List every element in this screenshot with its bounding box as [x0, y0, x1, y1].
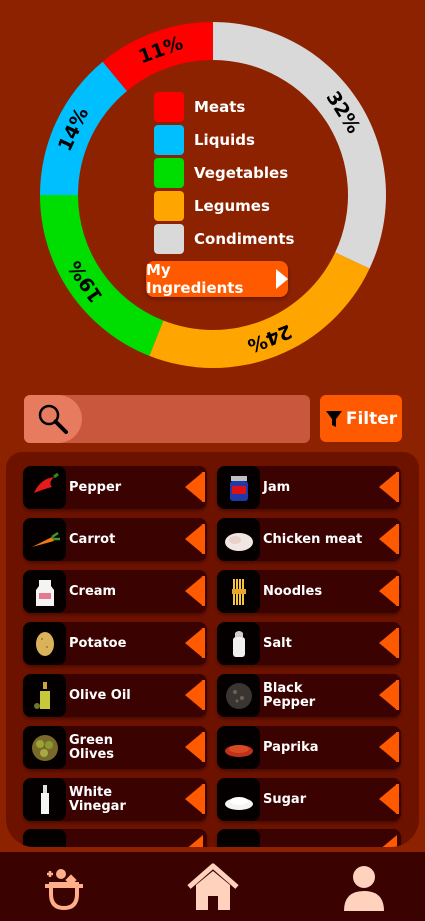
- cream-carton-icon: [23, 570, 66, 613]
- legend-label: Liquids: [194, 130, 255, 149]
- home-icon[interactable]: [183, 860, 243, 916]
- ingredient-item-white-vinegar[interactable]: White Vinegar: [23, 778, 207, 821]
- noodles-icon: [217, 570, 260, 613]
- ingredient-item-pepper[interactable]: Pepper: [23, 466, 207, 509]
- add-arrow-icon[interactable]: [379, 784, 397, 814]
- ingredient-item-black-pepper[interactable]: Black Pepper: [217, 674, 401, 717]
- ingredient-item-partial[interactable]: [217, 829, 401, 847]
- potato-icon: [23, 622, 66, 665]
- ingredient-name: Paprika: [263, 739, 319, 755]
- bottom-navigation: [0, 852, 425, 921]
- legend-item-legumes: Legumes: [154, 189, 294, 222]
- filter-icon: [325, 410, 342, 427]
- add-arrow-icon[interactable]: [185, 680, 203, 710]
- chart-legend: Meats Liquids Vegetables Legumes Condime…: [154, 90, 294, 255]
- add-arrow-icon[interactable]: [379, 576, 397, 606]
- my-ingredients-label: My Ingredients: [146, 261, 244, 297]
- profile-icon[interactable]: [334, 860, 394, 916]
- legend-swatch: [154, 124, 184, 155]
- ingredient-item-olive-oil[interactable]: Olive Oil: [23, 674, 207, 717]
- chicken-meat-icon: [217, 518, 260, 561]
- carrot-icon: [23, 518, 66, 561]
- add-arrow-icon[interactable]: [185, 835, 203, 847]
- add-arrow-icon[interactable]: [185, 576, 203, 606]
- add-arrow-icon[interactable]: [379, 732, 397, 762]
- legend-swatch: [154, 91, 184, 122]
- ingredient-name: Sugar: [263, 791, 307, 807]
- add-arrow-icon[interactable]: [185, 732, 203, 762]
- my-ingredients-button[interactable]: My Ingredients: [146, 261, 288, 297]
- search-icon[interactable]: [24, 395, 82, 443]
- ingredient-name: Olive Oil: [69, 687, 131, 703]
- olive-oil-icon: [23, 674, 66, 717]
- ingredient-item-green-olives[interactable]: Green Olives: [23, 726, 207, 769]
- add-arrow-icon[interactable]: [379, 680, 397, 710]
- jam-jar-icon: [217, 466, 260, 509]
- legend-label: Legumes: [194, 196, 270, 215]
- ingredient-name: Chicken meat: [263, 531, 363, 547]
- search-input[interactable]: [94, 405, 298, 435]
- ingredient-item-sugar[interactable]: Sugar: [217, 778, 401, 821]
- legend-label: Vegetables: [194, 163, 289, 182]
- ingredients-list[interactable]: Pepper Jam Carrot Chicken meat Cream Noo…: [6, 452, 419, 847]
- ingredient-name: Jam: [263, 479, 291, 495]
- ingredient-item-carrot[interactable]: Carrot: [23, 518, 207, 561]
- add-arrow-icon[interactable]: [379, 835, 397, 847]
- ingredient-name: Noodles: [263, 583, 323, 599]
- ingredient-name: Pepper: [69, 479, 122, 495]
- ingredient-item-potatoe[interactable]: Potatoe: [23, 622, 207, 665]
- ingredient-item-salt[interactable]: Salt: [217, 622, 401, 665]
- ingredient-name: White Vinegar: [69, 784, 126, 814]
- legend-item-meats: Meats: [154, 90, 294, 123]
- salt-shaker-icon: [217, 622, 260, 665]
- ingredient-name: Cream: [69, 583, 117, 599]
- legend-item-vegetables: Vegetables: [154, 156, 294, 189]
- legend-swatch: [154, 190, 184, 221]
- sugar-icon: [217, 778, 260, 821]
- search-bar[interactable]: [24, 395, 310, 443]
- vinegar-bottle-icon: [23, 778, 66, 821]
- add-arrow-icon[interactable]: [379, 524, 397, 554]
- chili-pepper-icon: [23, 829, 66, 847]
- donut-slice-vegetables: [40, 195, 164, 356]
- legend-item-liquids: Liquids: [154, 123, 294, 156]
- add-arrow-icon[interactable]: [185, 524, 203, 554]
- paprika-icon: [217, 726, 260, 769]
- ingredient-name: Green Olives: [69, 732, 114, 762]
- ingredient-item-cream[interactable]: Cream: [23, 570, 207, 613]
- jam-jar-icon: [217, 829, 260, 847]
- add-arrow-icon[interactable]: [379, 628, 397, 658]
- legend-swatch: [154, 223, 184, 254]
- ingredient-item-chicken-meat[interactable]: Chicken meat: [217, 518, 401, 561]
- ingredient-name: Salt: [263, 635, 292, 651]
- ingredient-name: Black Pepper: [263, 680, 316, 710]
- ingredient-name: Potatoe: [69, 635, 127, 651]
- ingredient-item-jam[interactable]: Jam: [217, 466, 401, 509]
- filter-button[interactable]: Filter: [320, 395, 402, 442]
- ingredient-item-noodles[interactable]: Noodles: [217, 570, 401, 613]
- legend-label: Condiments: [194, 229, 295, 248]
- filter-label: Filter: [345, 408, 398, 429]
- ingredient-item-paprika[interactable]: Paprika: [217, 726, 401, 769]
- black-pepper-icon: [217, 674, 260, 717]
- add-arrow-icon[interactable]: [185, 784, 203, 814]
- legend-item-condiments: Condiments: [154, 222, 294, 255]
- ingredient-item-partial[interactable]: [23, 829, 207, 847]
- play-arrow-icon: [276, 269, 288, 289]
- ingredients-basket-icon[interactable]: [34, 860, 94, 916]
- add-arrow-icon[interactable]: [185, 628, 203, 658]
- legend-label: Meats: [194, 97, 246, 116]
- add-arrow-icon[interactable]: [185, 472, 203, 502]
- add-arrow-icon[interactable]: [379, 472, 397, 502]
- legend-swatch: [154, 157, 184, 188]
- ingredient-name: Carrot: [69, 531, 116, 547]
- chili-pepper-icon: [23, 466, 66, 509]
- olives-icon: [23, 726, 66, 769]
